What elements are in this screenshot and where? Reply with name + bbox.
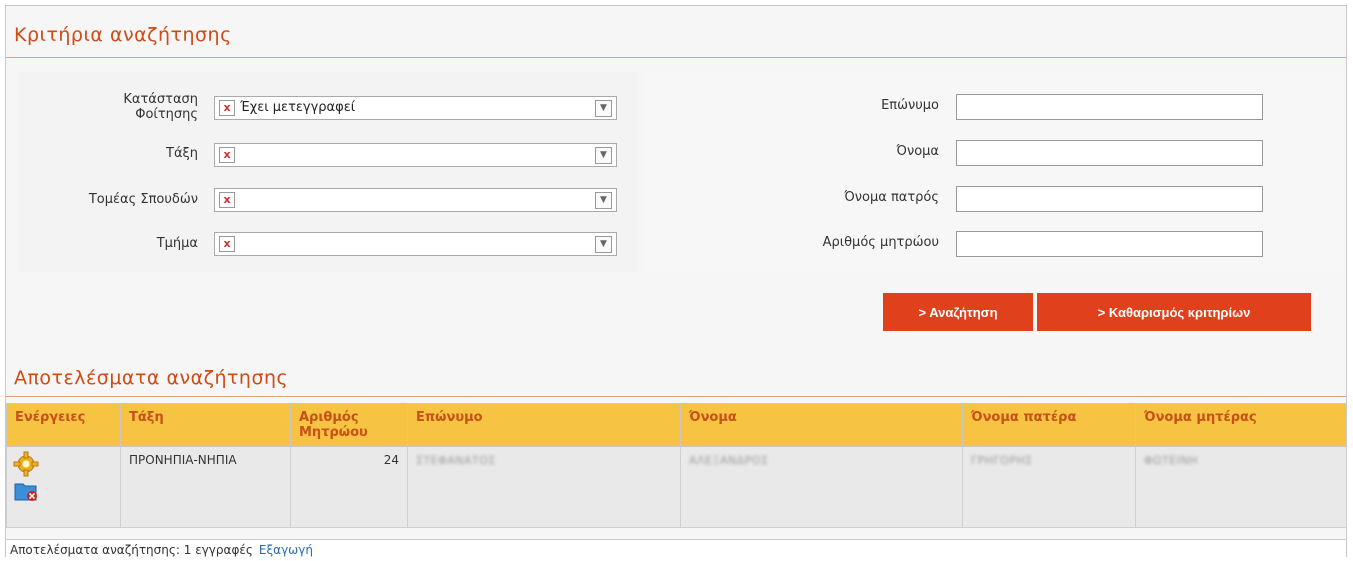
status-select[interactable]: x Έχει μετεγγραφεί ▼	[214, 96, 617, 120]
column-header-mother[interactable]: Όνομα μητέρας	[1135, 403, 1347, 447]
gear-icon[interactable]	[13, 451, 39, 477]
results-title: Αποτελέσματα αναζήτησης	[14, 367, 289, 389]
name-value: ΑΛΕΞΑΝΔΡΟΣ	[689, 454, 769, 467]
department-label: Τμήμα	[156, 236, 198, 251]
table-row: ΠΡΟΝΗΠΙΑ-ΝΗΠΙΑ 24 ΣΤΕΦΑΝΑΤΟΣ ΑΛΕΞΑΝΔΡΟΣ …	[6, 446, 1347, 528]
status-label-line2: Φοίτησης	[135, 107, 198, 122]
surname-value: ΣΤΕΦΑΝΑΤΟΣ	[416, 454, 496, 467]
name-input[interactable]	[956, 140, 1263, 166]
clear-sector-icon[interactable]: x	[219, 192, 235, 208]
status-selected-value: Έχει μετεγγραφεί	[240, 100, 356, 115]
sector-label: Τομέας Σπουδών	[88, 192, 198, 207]
status-label-line1: Κατάσταση	[123, 92, 198, 107]
name-cell: ΑΛΕΞΑΝΔΡΟΣ	[680, 446, 963, 528]
column-header-registry-line2: Μητρώου	[299, 425, 368, 440]
criteria-title: Κριτήρια αναζήτησης	[14, 24, 232, 46]
column-header-surname[interactable]: Επώνυμο	[407, 403, 681, 447]
results-title-divider	[6, 396, 1346, 397]
clear-status-icon[interactable]: x	[219, 100, 235, 116]
chevron-down-icon[interactable]: ▼	[595, 236, 612, 253]
surname-label: Επώνυμο	[881, 98, 939, 113]
sector-select[interactable]: x ▼	[214, 188, 617, 212]
criteria-right-panel: Επώνυμο Όνομα Όνομα πατρός Αριθμός μητρώ…	[646, 72, 1343, 272]
results-count-text: Αποτελέσματα αναζήτησης: 1 εγγραφές	[10, 543, 253, 557]
chevron-down-icon[interactable]: ▼	[595, 100, 612, 117]
chevron-down-icon[interactable]: ▼	[595, 192, 612, 209]
registry-number-label: Αριθμός μητρώου	[822, 235, 939, 250]
mother-value: ΦΩΤΕΙΝΗ	[1144, 454, 1198, 467]
criteria-title-divider	[6, 57, 1346, 58]
mother-cell: ΦΩΤΕΙΝΗ	[1135, 446, 1347, 528]
column-header-actions[interactable]: Ενέργειες	[6, 403, 121, 447]
clear-criteria-button[interactable]: > Καθαρισμός κριτηρίων	[1037, 293, 1311, 331]
chevron-down-icon[interactable]: ▼	[595, 147, 612, 164]
surname-input[interactable]	[956, 94, 1263, 120]
class-select[interactable]: x ▼	[214, 143, 617, 167]
status-label: Κατάσταση Φοίτησης	[58, 92, 198, 122]
criteria-left-panel: Κατάσταση Φοίτησης x Έχει μετεγγραφεί ▼ …	[18, 72, 638, 272]
export-link[interactable]: Εξαγωγή	[259, 543, 313, 557]
search-button[interactable]: > Αναζήτηση	[883, 293, 1033, 331]
actions-cell	[6, 446, 121, 528]
father-cell: ΓΡΗΓΟΡΗΣ	[962, 446, 1136, 528]
results-footer: Αποτελέσματα αναζήτησης: 1 εγγραφές Εξαγω…	[6, 539, 1346, 559]
class-label: Τάξη	[166, 146, 198, 161]
registry-cell: 24	[290, 446, 408, 528]
results-table: Ενέργειες Τάξη Αριθμός Μητρώου Επώνυμο Ό…	[6, 403, 1347, 528]
name-label: Όνομα	[896, 144, 939, 159]
department-select[interactable]: x ▼	[214, 232, 617, 256]
column-header-father[interactable]: Όνομα πατέρα	[962, 403, 1136, 447]
father-name-input[interactable]	[956, 186, 1263, 212]
father-name-label: Όνομα πατρός	[844, 190, 939, 205]
surname-cell: ΣΤΕΦΑΝΑΤΟΣ	[407, 446, 681, 528]
father-value: ΓΡΗΓΟΡΗΣ	[971, 454, 1033, 467]
column-header-name[interactable]: Όνομα	[680, 403, 963, 447]
registry-number-input[interactable]	[956, 231, 1263, 257]
clear-class-icon[interactable]: x	[219, 147, 235, 163]
clear-department-icon[interactable]: x	[219, 236, 235, 252]
column-header-registry-line1: Αριθμός	[299, 410, 359, 425]
column-header-registry[interactable]: Αριθμός Μητρώου	[290, 403, 408, 447]
column-header-class[interactable]: Τάξη	[120, 403, 291, 447]
table-header-row: Ενέργειες Τάξη Αριθμός Μητρώου Επώνυμο Ό…	[6, 403, 1347, 447]
class-cell: ΠΡΟΝΗΠΙΑ-ΝΗΠΙΑ	[120, 446, 291, 528]
student-search-page: Κριτήρια αναζήτησης Κατάσταση Φοίτησης x…	[5, 5, 1347, 559]
delete-folder-icon[interactable]	[13, 479, 39, 503]
